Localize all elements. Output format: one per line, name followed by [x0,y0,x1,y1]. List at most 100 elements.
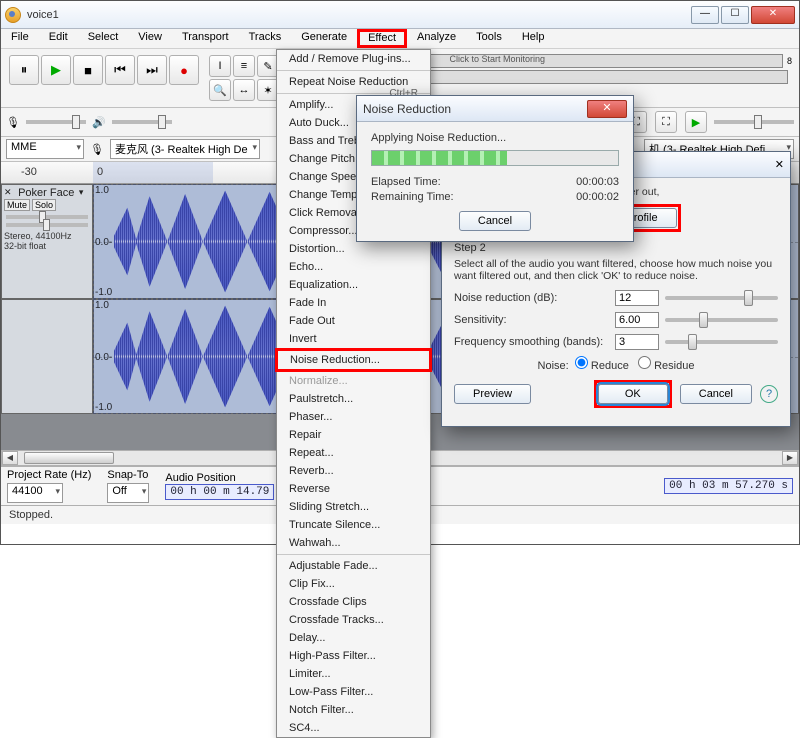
nr-cancel-button[interactable]: Cancel [680,384,752,404]
skip-end-button[interactable]: ⏭ [137,55,167,85]
menu-file[interactable]: File [1,29,39,48]
audio-host-select[interactable]: MME [6,139,84,159]
effect-repeat[interactable]: Repeat Noise ReductionCtrl+R [277,73,430,91]
record-volume-slider[interactable] [26,120,86,124]
effect-item[interactable]: Crossfade Clips [277,593,430,611]
menu-effect[interactable]: Effect [357,29,407,48]
effect-item[interactable]: Distortion... [277,240,430,258]
remaining-label: Remaining Time: [371,191,454,203]
play-button[interactable]: ▶ [41,55,71,85]
maximize-button[interactable]: ☐ [721,6,749,24]
solo-button[interactable]: Solo [32,199,56,211]
effect-item[interactable]: Wahwah... [277,534,430,552]
nr-reduction-label: Noise reduction (dB): [454,292,609,304]
effect-item[interactable]: Sliding Stretch... [277,498,430,516]
effect-item[interactable]: High-Pass Filter... [277,647,430,665]
effect-item[interactable]: Adjustable Fade... [277,557,430,575]
nr-reduce-radio[interactable] [575,356,588,369]
effect-item[interactable]: Limiter... [277,665,430,683]
minimize-button[interactable]: — [691,6,719,24]
app-icon [5,7,21,23]
effect-item[interactable]: Normalize... [277,372,430,390]
tool-timeshift[interactable]: ↔ [233,79,255,101]
project-rate-select[interactable]: 44100 [7,483,63,503]
close-button[interactable]: ✕ [751,6,795,24]
selection-end-box[interactable]: 00 h 03 m 57.270 s [664,478,793,494]
menu-generate[interactable]: Generate [291,29,357,48]
zoom-sel-button[interactable]: ⛶ [655,111,677,133]
effect-add-remove[interactable]: Add / Remove Plug-ins... [277,50,430,68]
effect-item[interactable]: Fade In [277,294,430,312]
nr-sensitivity-slider[interactable] [665,318,778,322]
effect-item[interactable]: Phaser... [277,408,430,426]
nr-reduction-slider[interactable] [665,296,778,300]
project-rate-label: Project Rate (Hz) [7,469,91,481]
effect-item[interactable]: Low-Pass Filter... [277,683,430,701]
nr-sensitivity-input[interactable] [615,312,659,328]
nr-smoothing-label: Frequency smoothing (bands): [454,336,609,348]
effect-item[interactable]: Notch Filter... [277,701,430,719]
progress-message: Applying Noise Reduction... [371,132,619,144]
nr-smoothing-slider[interactable] [665,340,778,344]
scroll-thumb[interactable] [24,452,114,464]
nr-close-button[interactable]: ✕ [775,158,784,171]
effect-item[interactable]: Delay... [277,629,430,647]
menu-help[interactable]: Help [512,29,555,48]
play-speed-slider[interactable] [714,120,794,124]
tool-zoom[interactable]: 🔍 [209,79,231,101]
track-panel[interactable]: ✕ Poker Face ▾ MuteSolo Stereo, 44100Hz … [1,184,93,299]
play-volume-slider[interactable] [112,120,172,124]
nr-ok-button[interactable]: OK [598,384,668,404]
meter-label-8: 8 [787,56,792,66]
play-at-speed-button[interactable]: ▶ [685,111,707,133]
nr-residue-radio[interactable] [638,356,651,369]
menu-tracks[interactable]: Tracks [239,29,292,48]
menu-view[interactable]: View [128,29,172,48]
effect-item[interactable]: Fade Out [277,312,430,330]
effect-item[interactable]: SC4... [277,719,430,737]
pan-slider[interactable] [6,223,88,227]
menu-tools[interactable]: Tools [466,29,512,48]
speaker-vol-icon: 🔊 [92,116,106,129]
progress-close-button[interactable]: ✕ [587,100,627,118]
nr-noise-label: Noise: [538,360,569,372]
progress-cancel-button[interactable]: Cancel [459,211,531,231]
pause-button[interactable]: ⏸ [9,55,39,85]
tool-selection[interactable]: I [209,55,231,77]
nr-reduction-input[interactable] [615,290,659,306]
help-icon[interactable]: ? [760,385,778,403]
nr-step2-text: Select all of the audio you want filtere… [454,258,778,282]
effect-item[interactable]: Truncate Silence... [277,516,430,534]
menu-select[interactable]: Select [78,29,129,48]
mute-button[interactable]: Mute [4,199,30,211]
menu-edit[interactable]: Edit [39,29,78,48]
effect-item[interactable]: Invert [277,330,430,348]
effect-item[interactable]: Equalization... [277,276,430,294]
nr-preview-button[interactable]: Preview [454,384,531,404]
effect-item[interactable]: Echo... [277,258,430,276]
track-panel-2[interactable] [1,299,93,414]
menu-analyze[interactable]: Analyze [407,29,466,48]
mic-vol-icon: 🎙 [6,116,20,129]
snap-to-select[interactable]: Off [107,483,149,503]
progress-bar [371,150,619,166]
audio-position-box[interactable]: 00 h 00 m 14.79 [165,484,274,500]
effect-item[interactable]: Repeat... [277,444,430,462]
effect-item[interactable]: Reverb... [277,462,430,480]
record-button[interactable]: ● [169,55,199,85]
effect-noise-reduction[interactable]: Noise Reduction... [275,348,432,372]
effect-item[interactable]: Reverse [277,480,430,498]
nr-smoothing-input[interactable] [615,334,659,350]
tool-envelope[interactable]: ≡ [233,55,255,77]
effect-item[interactable]: Clip Fix... [277,575,430,593]
effect-item[interactable]: Crossfade Tracks... [277,611,430,629]
effect-item[interactable]: Paulstretch... [277,390,430,408]
stop-button[interactable]: ■ [73,55,103,85]
menu-transport[interactable]: Transport [172,29,239,48]
audio-position-label: Audio Position [165,472,274,484]
skip-start-button[interactable]: ⏮ [105,55,135,85]
effect-item[interactable]: Repair [277,426,430,444]
scroll-left-button[interactable]: ◀ [2,451,18,465]
scroll-right-button[interactable]: ▶ [782,451,798,465]
record-device-select[interactable]: 麦克风 (3- Realtek High De [110,139,260,159]
